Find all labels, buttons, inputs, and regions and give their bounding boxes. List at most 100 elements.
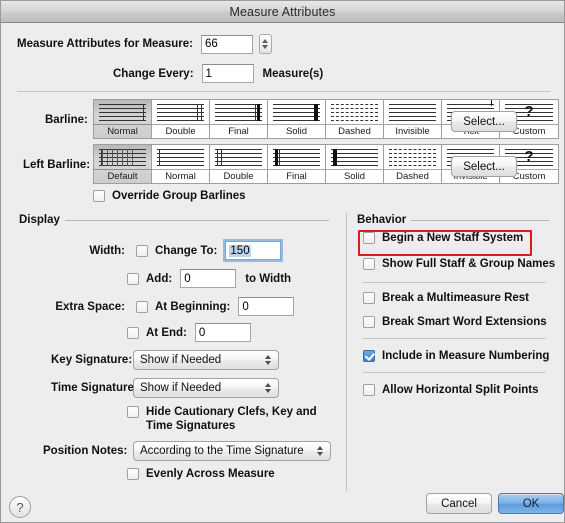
barline-option-dashed[interactable]: Dashed <box>326 100 384 138</box>
barline-final-icon <box>279 149 280 166</box>
barline-option-solid[interactable]: Solid <box>326 145 384 183</box>
behavior-item-checkbox[interactable] <box>363 292 375 304</box>
to-width-label: to Width <box>245 272 292 285</box>
position-notes-row: Position Notes: According to the Time Si… <box>43 441 331 461</box>
stepper-down-icon[interactable] <box>262 45 269 49</box>
key-signature-label: Key Signature: <box>51 354 133 366</box>
measure-number-input[interactable]: 66 <box>200 34 253 54</box>
at-beginning-checkbox[interactable] <box>136 300 148 313</box>
hide-cautionary-row: Hide Cautionary Clefs, Key and Time Sign… <box>127 405 317 433</box>
display-group-label: Display <box>19 214 60 226</box>
stepper-up-icon[interactable] <box>262 39 269 43</box>
help-button[interactable]: ? <box>9 496 31 518</box>
barline-option-double[interactable]: Double <box>152 100 210 138</box>
barline-option-solid[interactable]: Solid <box>268 100 326 138</box>
barline-label: Barline: <box>45 114 88 126</box>
chevron-updown-icon <box>317 446 323 456</box>
add-width-checkbox[interactable] <box>127 272 139 285</box>
add-width-input[interactable]: 0 <box>180 269 237 288</box>
barline-option-normal[interactable]: Normal <box>152 145 210 183</box>
evenly-across-measure-row[interactable]: Evenly Across Measure <box>127 468 275 480</box>
barline-option-final[interactable]: Final <box>210 100 268 138</box>
ok-button[interactable]: OK <box>498 493 564 514</box>
left-barline-select-button[interactable]: Select... <box>451 156 517 177</box>
time-signature-label: Time Signature: <box>51 382 138 394</box>
cancel-button[interactable]: Cancel <box>426 493 492 514</box>
staff-lines-icon <box>210 145 267 169</box>
barline-option-label: Double <box>152 124 209 138</box>
barline-double-icon <box>221 149 222 166</box>
change-to-value: 150 <box>229 244 251 257</box>
barline-option-dashed[interactable]: Dashed <box>384 145 442 183</box>
key-signature-value: Show if Needed <box>140 354 222 366</box>
at-end-input[interactable]: 0 <box>194 323 251 342</box>
behavior-item-checkbox[interactable] <box>363 316 375 328</box>
behavior-divider-3 <box>363 372 546 373</box>
width-label: Width: <box>89 244 125 257</box>
barline-final-icon <box>257 104 260 121</box>
width-change-to-row: Width: Change To: 150 <box>79 241 282 260</box>
staff-lines-icon <box>210 100 267 124</box>
staff-lines-icon <box>326 100 383 124</box>
at-end-checkbox[interactable] <box>127 326 139 339</box>
staff-lines-icon <box>152 100 209 124</box>
behavior-item-include-in-measure-numbering[interactable]: Include in Measure Numbering <box>363 350 549 362</box>
barline-option-normal[interactable]: Normal <box>94 100 152 138</box>
behavior-item-checkbox[interactable] <box>363 232 375 244</box>
override-group-barlines-row[interactable]: Override Group Barlines <box>93 190 246 202</box>
barline-default-grid-icon <box>117 149 118 166</box>
barline-option-double[interactable]: Double <box>210 145 268 183</box>
behavior-item-checkbox[interactable] <box>363 258 375 270</box>
extra-space-label: Extra Space: <box>55 300 125 313</box>
barline-normal-icon <box>143 104 144 121</box>
behavior-item-show-full-staff-group-names[interactable]: Show Full Staff & Group Names <box>363 258 555 270</box>
behavior-item-label: Begin a New Staff System <box>382 232 524 244</box>
barline-option-default[interactable]: Default <box>94 145 152 183</box>
hide-cautionary-checkbox[interactable] <box>127 406 139 418</box>
barline-default-grid-icon <box>102 149 103 166</box>
barline-default-grid-icon <box>122 149 123 166</box>
at-beginning-input[interactable]: 0 <box>238 297 295 316</box>
behavior-item-checkbox[interactable] <box>363 384 375 396</box>
display-group-rule <box>64 219 329 221</box>
time-signature-select[interactable]: Show if Needed <box>133 378 279 398</box>
behavior-item-checkbox[interactable] <box>363 350 375 362</box>
behavior-item-break-smart-word-extensions[interactable]: Break Smart Word Extensions <box>363 316 547 328</box>
barline-option-invisible[interactable]: Invisible <box>384 100 442 138</box>
behavior-item-begin-a-new-staff-system[interactable]: Begin a New Staff System <box>363 232 523 244</box>
change-every-input[interactable]: 1 <box>201 64 254 83</box>
override-group-barlines-checkbox[interactable] <box>93 190 105 202</box>
measure-number-row: Measure Attributes for Measure: 66 <box>17 34 272 54</box>
change-to-label: Change To: <box>155 244 218 257</box>
hide-cautionary-label-line1: Hide Cautionary Clefs, Key and <box>146 406 317 418</box>
barline-option-label: Final <box>268 169 325 183</box>
position-notes-value: According to the Time Signature <box>140 445 304 457</box>
barline-double-icon <box>197 104 198 121</box>
barline-option-label: Normal <box>152 169 209 183</box>
at-end-row: At End: 0 <box>127 323 251 342</box>
barline-default-grid-icon <box>107 149 108 166</box>
barline-option-final[interactable]: Final <box>268 145 326 183</box>
barline-select-button[interactable]: Select... <box>451 111 517 132</box>
extra-space-beginning-row: Extra Space: At Beginning: 0 <box>55 297 295 316</box>
key-signature-select[interactable]: Show if Needed <box>133 350 279 370</box>
change-to-checkbox[interactable] <box>136 244 148 257</box>
behavior-item-break-a-multimeasure-rest[interactable]: Break a Multimeasure Rest <box>363 292 529 304</box>
position-notes-select[interactable]: According to the Time Signature <box>133 441 331 461</box>
barline-final-icon <box>275 149 278 166</box>
change-to-input[interactable]: 150 <box>225 241 282 260</box>
barline-default-grid-icon <box>112 149 113 166</box>
time-signature-value: Show if Needed <box>140 382 222 394</box>
barline-double-icon <box>201 104 202 121</box>
barline-option-label: Dashed <box>384 169 441 183</box>
behavior-divider-2 <box>363 338 546 339</box>
evenly-across-measure-checkbox[interactable] <box>127 468 139 480</box>
barline-option-label: Normal <box>94 124 151 138</box>
evenly-across-measure-label: Evenly Across Measure <box>146 468 275 480</box>
behavior-item-allow-horizontal-split-points[interactable]: Allow Horizontal Split Points <box>363 384 539 396</box>
change-every-label: Change Every: <box>113 67 194 80</box>
barline-tick-icon <box>491 100 492 106</box>
question-mark-icon: ? <box>524 148 534 165</box>
measure-number-stepper[interactable] <box>258 34 272 54</box>
left-barline-label: Left Barline: <box>23 159 91 171</box>
